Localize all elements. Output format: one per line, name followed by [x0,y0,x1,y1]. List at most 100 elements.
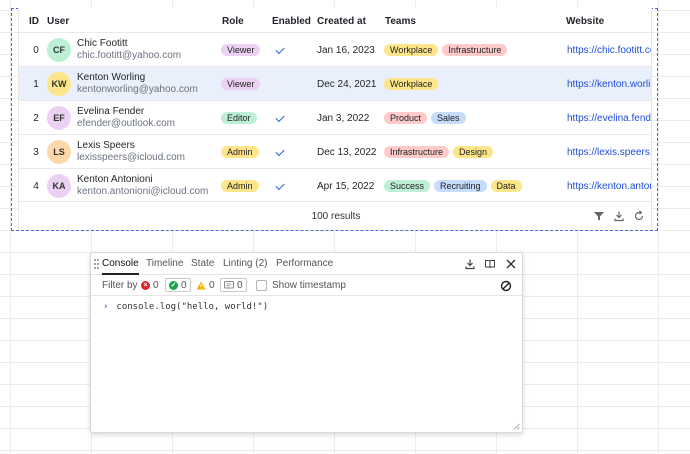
row-id: 3 [33,146,39,158]
console-log-text: console.log("hello, world!") [116,302,269,312]
warnings-count: 0 [209,279,215,291]
column-header-teams[interactable]: Teams [385,16,416,27]
created-at: Dec 13, 2022 [317,146,377,158]
website-link[interactable]: https://kenton.antonioni.com [567,169,651,203]
row-id: 2 [33,112,39,124]
table-row[interactable]: 0 CF Chic Footitt chic.footitt@yahoo.com… [19,32,651,67]
user-cell: LS Lexis Speers lexisspeers@icloud.com [47,135,217,169]
user-name: Chic Footitt [77,38,128,49]
refresh-icon[interactable] [633,210,645,222]
role-cell: Editor [221,101,257,135]
website-link[interactable]: https://chic.footitt.com [567,33,651,67]
prompt-chevron-icon: › [103,302,109,312]
check-icon [275,44,285,54]
enabled-cell [274,33,286,67]
team-badge: Data [490,180,522,192]
console-header: Console Timeline State Linting (2) Perfo… [91,253,522,275]
tab-linting[interactable]: Linting (2) [223,253,267,275]
role-badge: Admin [221,180,259,192]
clear-console-icon[interactable] [500,280,512,292]
filter-icon[interactable] [593,210,605,222]
success-icon: ✓ [169,280,178,290]
check-icon [275,112,285,122]
users-table: ID User Role Enabled Created at Teams We… [18,8,652,230]
table-row[interactable]: 4 KA Kenton Antonioni kenton.antonioni@i… [19,168,651,203]
info-count: 0 [237,279,243,291]
avatar: KA [47,174,71,198]
row-id: 4 [33,180,39,192]
column-header-website[interactable]: Website [566,16,604,27]
avatar: CF [47,38,71,62]
resize-handle-icon[interactable] [513,423,520,430]
user-email: kenton.antonioni@icloud.com [77,186,209,197]
user-email: chic.footitt@yahoo.com [77,50,182,61]
book-icon[interactable] [484,258,496,270]
role-badge: Admin [221,146,259,158]
tab-state[interactable]: State [191,253,214,275]
role-cell: Viewer [221,67,261,101]
user-name: Kenton Antonioni [77,174,153,185]
filter-info[interactable]: 0 [220,278,247,292]
team-badge: Infrastructure [384,146,450,158]
filter-success[interactable]: ✓ 0 [165,278,191,292]
website-link[interactable]: https://evelina.fender.com [567,101,651,135]
column-header-role[interactable]: Role [222,16,244,27]
success-count: 0 [181,279,187,291]
enabled-cell [274,101,286,135]
team-badge: Workplace [384,78,439,90]
role-badge: Viewer [221,78,261,90]
role-badge: Editor [221,112,257,124]
team-badge: Recruiting [434,180,487,192]
role-badge: Viewer [221,44,261,56]
tab-performance[interactable]: Performance [276,253,333,275]
user-cell: KA Kenton Antonioni kenton.antonioni@icl… [47,169,217,203]
errors-count: 0 [153,279,159,291]
created-at: Apr 15, 2022 [317,180,375,192]
drag-handle-icon[interactable] [94,259,100,269]
download-icon[interactable] [613,210,625,222]
column-header-id[interactable]: ID [29,16,39,27]
column-header-created-at[interactable]: Created at [317,16,366,27]
column-header-user[interactable]: User [47,16,69,27]
console-panel: Console Timeline State Linting (2) Perfo… [90,252,523,433]
teams-cell: Product Sales [384,101,466,135]
user-name: Kenton Worling [77,72,146,83]
teams-cell: Workplace Infrastructure [384,33,508,67]
created-at: Dec 24, 2021 [317,78,377,90]
show-timestamp-checkbox[interactable] [256,280,267,291]
teams-cell: Success Recruiting Data [384,169,522,203]
team-badge: Product [384,112,428,124]
avatar: LS [47,140,71,164]
table-row[interactable]: 1 KW Kenton Worling kentonworling@yahoo.… [19,66,651,101]
tab-timeline[interactable]: Timeline [146,253,183,275]
table-header: ID User Role Enabled Created at Teams We… [19,8,651,32]
tab-console[interactable]: Console [102,253,139,275]
role-cell: Admin [221,135,259,169]
role-cell: Admin [221,169,259,203]
filter-warnings[interactable]: 0 [196,278,215,292]
website-link[interactable]: https://kenton.worling.com [567,67,651,101]
enabled-cell [274,135,286,169]
download-icon[interactable] [464,258,476,270]
user-name: Evelina Fender [77,106,145,117]
created-at: Jan 16, 2023 [317,44,375,56]
results-count: 100 results [311,211,361,222]
user-cell: CF Chic Footitt chic.footitt@yahoo.com [47,33,217,67]
enabled-cell [274,67,286,101]
column-header-enabled[interactable]: Enabled [272,16,311,27]
role-cell: Viewer [221,33,261,67]
check-icon [275,146,285,156]
enabled-cell [274,169,286,203]
teams-cell: Infrastructure Design [384,135,494,169]
user-email: efender@outlook.com [77,118,175,129]
table-row[interactable]: 2 EF Evelina Fender efender@outlook.com … [19,100,651,135]
table-row[interactable]: 3 LS Lexis Speers lexisspeers@icloud.com… [19,134,651,169]
filter-label: Filter by [102,280,138,291]
filter-errors[interactable]: × 0 [141,278,159,292]
user-cell: KW Kenton Worling kentonworling@yahoo.co… [47,67,217,101]
website-link[interactable]: https://lexis.speers.com [567,135,651,169]
user-cell: EF Evelina Fender efender@outlook.com [47,101,217,135]
close-icon[interactable] [505,258,517,270]
user-email: kentonworling@yahoo.com [77,84,198,95]
user-name: Lexis Speers [77,140,135,151]
